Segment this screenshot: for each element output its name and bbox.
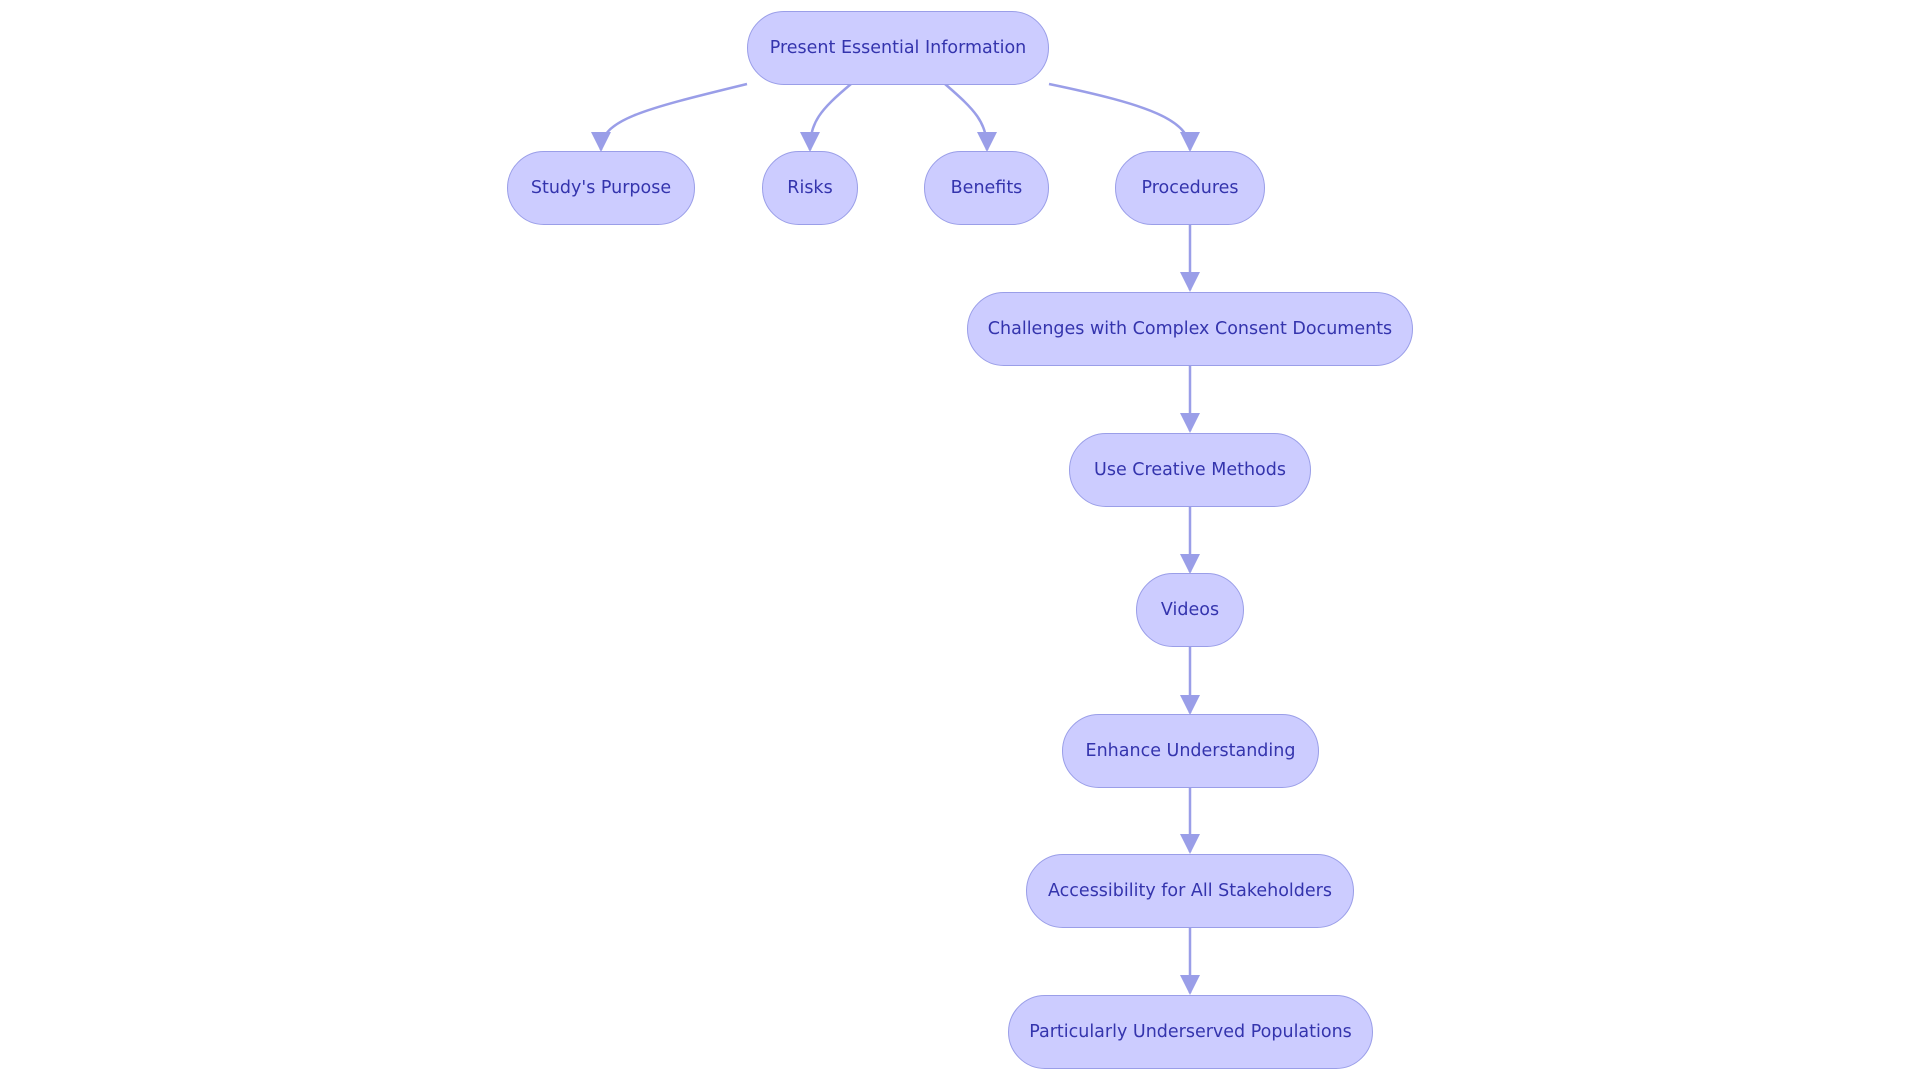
node-enhance-understanding: Enhance Understanding xyxy=(1062,714,1319,788)
edge-root-risks xyxy=(800,83,852,152)
node-procedures: Procedures xyxy=(1115,151,1265,225)
edge-root-purpose xyxy=(591,82,748,152)
node-benefits: Benefits xyxy=(924,151,1049,225)
node-risks: Risks xyxy=(762,151,858,225)
edge-root-procedures xyxy=(1048,82,1200,152)
node-accessibility: Accessibility for All Stakeholders xyxy=(1026,854,1354,928)
node-present-essential-information: Present Essential Information xyxy=(747,11,1049,85)
node-challenges: Challenges with Complex Consent Document… xyxy=(967,292,1413,366)
node-studys-purpose: Study's Purpose xyxy=(507,151,695,225)
node-use-creative-methods: Use Creative Methods xyxy=(1069,433,1311,507)
node-videos: Videos xyxy=(1136,573,1244,647)
node-underserved-populations: Particularly Underserved Populations xyxy=(1008,995,1373,1069)
edge-root-benefits xyxy=(944,83,997,152)
